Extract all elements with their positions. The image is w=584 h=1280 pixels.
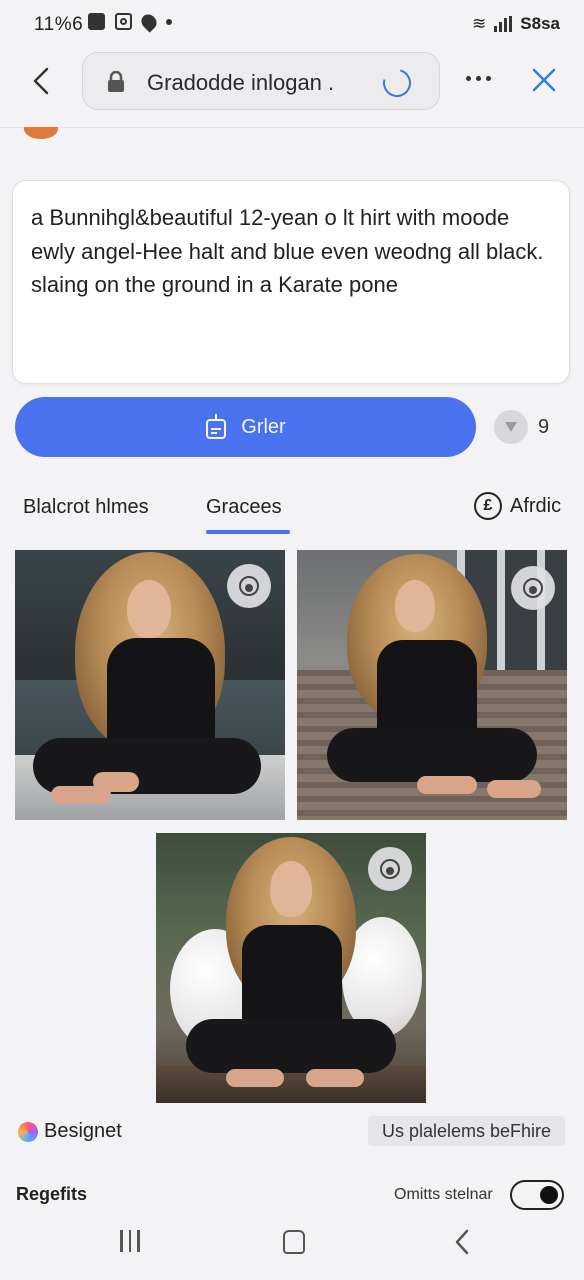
brand-logo-icon (18, 1122, 38, 1142)
settings-label: Regefits (16, 1184, 88, 1204)
style-selector-label: 9 (538, 416, 550, 438)
nav-back-icon[interactable] (454, 1228, 470, 1256)
style-selector-button[interactable] (494, 410, 528, 444)
back-arrow-icon (33, 67, 49, 95)
status-bar: 11%6 ≋ S8sa (0, 0, 584, 50)
status-system-icons: ≋ S8sa (472, 14, 560, 34)
app-logo-icon (24, 127, 58, 139)
generate-button-label: Grler (241, 415, 286, 438)
lock-icon (108, 71, 124, 92)
badge-icon (523, 578, 543, 598)
toggle-label: Omitts stelnar (394, 1186, 493, 1203)
setting-toggle[interactable] (510, 1180, 564, 1210)
active-tab-indicator (206, 530, 290, 534)
more-options-button[interactable] (466, 76, 491, 81)
tile-badge-2[interactable] (511, 566, 555, 610)
settings-row: Regefits Omitts stelnar (0, 1174, 584, 1214)
more-dots-icon (466, 76, 471, 81)
drop-notification-icon (138, 10, 160, 33)
tile-badge-1[interactable] (227, 564, 271, 608)
badge-icon (239, 576, 259, 596)
system-nav-bar (0, 1212, 584, 1280)
more-notifications-dot-icon (166, 18, 172, 25)
url-title: Gradodde inlogan (147, 70, 322, 95)
result-image-1[interactable] (15, 550, 285, 820)
prompt-text[interactable]: a Bunnihgl&beautiful 12-yean o lt hirt w… (31, 201, 547, 302)
gallery-notification-icon (88, 13, 105, 30)
url-suffix: . (328, 70, 335, 95)
nav-recents-icon[interactable] (120, 1230, 140, 1252)
wifi-icon: ≋ (472, 14, 487, 33)
tab-right[interactable]: £ Afrdic (474, 492, 561, 520)
address-bar[interactable]: Gradodde inlogan . (82, 52, 440, 110)
brand-label: Besignet (44, 1120, 122, 1142)
status-time: 11%6 (34, 14, 84, 35)
tab-left[interactable]: Blalcrot hlmes (23, 496, 149, 519)
nav-home-icon[interactable] (283, 1230, 305, 1254)
camera-notification-icon (115, 13, 132, 30)
tile-badge-3[interactable] (368, 847, 412, 891)
back-button[interactable] (24, 64, 58, 98)
badge-icon (380, 859, 400, 879)
e-circle-icon: £ (474, 492, 502, 520)
generate-button[interactable]: Grler (15, 397, 476, 457)
chevron-down-icon (505, 422, 517, 432)
url-text: Gradodde inlogan . (147, 70, 334, 96)
close-button[interactable] (530, 66, 558, 99)
result-image-3[interactable] (156, 833, 426, 1103)
toggle-knob (540, 1186, 558, 1204)
wand-icon (206, 414, 227, 439)
result-image-2[interactable] (297, 550, 567, 820)
tab-active[interactable]: Gracees (206, 496, 282, 519)
status-notification-icons (88, 10, 172, 33)
scrolled-header-remnant (24, 127, 564, 141)
brand-row: Besignet Us plalelems beFhire (0, 1114, 584, 1154)
prompt-card[interactable]: a Bunnihgl&beautiful 12-yean o lt hirt w… (12, 180, 570, 384)
results-tabs: Blalcrot hlmes Gracees £ Afrdic (0, 480, 584, 540)
close-icon (532, 68, 556, 92)
info-chip[interactable]: Us plalelems beFhire (368, 1116, 565, 1146)
signal-icon (494, 16, 513, 32)
tab-right-label: Afrdic (510, 494, 562, 517)
top-bar: Gradodde inlogan . (0, 50, 584, 128)
loading-spinner-icon (377, 63, 417, 103)
battery-indicator: S8sa (520, 14, 560, 33)
